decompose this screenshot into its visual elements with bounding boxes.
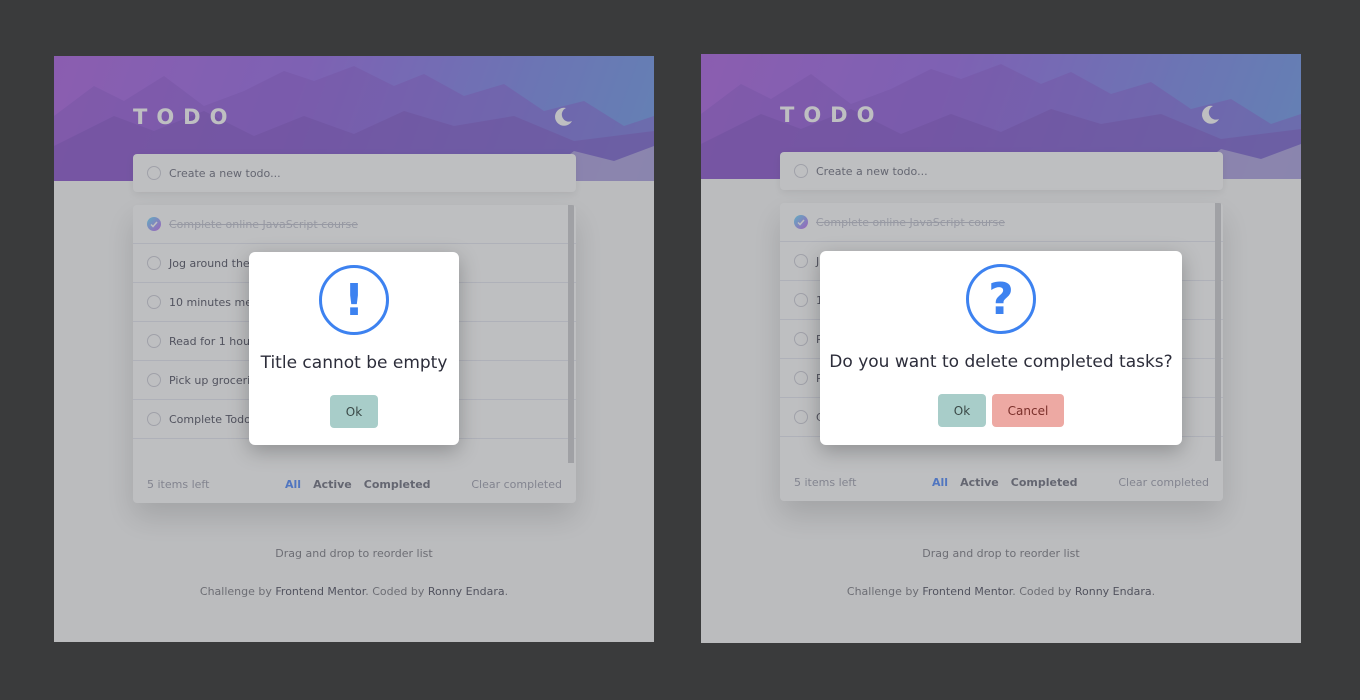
todo-app-screen-right: TODO Complete online JavaScript course J… [701,54,1301,643]
ok-button[interactable]: Ok [330,395,378,428]
alert-dialog: ! Title cannot be empty Ok [249,252,459,445]
dialog-buttons: Ok Cancel [938,394,1064,427]
confirm-dialog: ? Do you want to delete completed tasks?… [820,251,1182,445]
dialog-message: Do you want to delete completed tasks? [829,352,1173,372]
ok-button[interactable]: Ok [938,394,986,427]
dialog-message: Title cannot be empty [260,353,448,373]
cancel-button[interactable]: Cancel [992,394,1064,427]
dialog-buttons: Ok [330,395,378,428]
exclamation-icon: ! [319,265,389,335]
todo-app-screen-left: TODO Complete online JavaScript course J… [54,56,654,642]
question-icon: ? [966,264,1036,334]
